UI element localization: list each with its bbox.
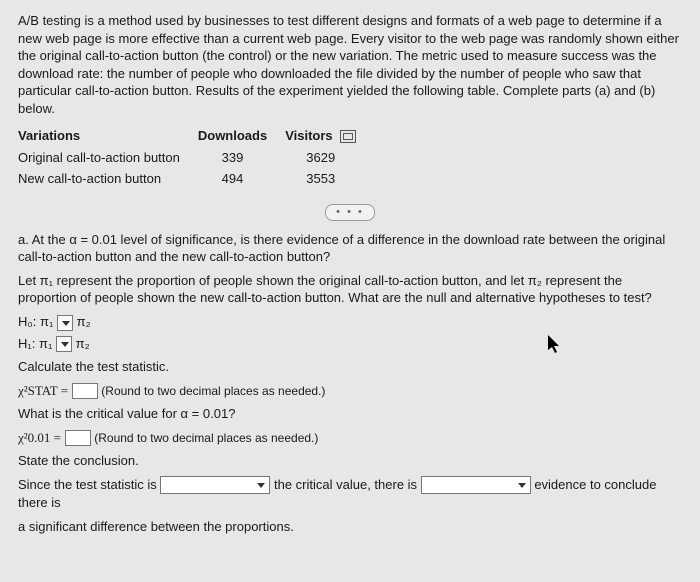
ellipsis-pill[interactable]: • • • xyxy=(325,204,375,221)
chi-crit-label: χ²0.01 = xyxy=(18,430,61,445)
h1-relation-dropdown[interactable] xyxy=(56,336,72,352)
question-a: a. At the α = 0.01 level of significance… xyxy=(18,231,682,266)
h0-row: H₀: π₁ π₂ xyxy=(18,313,682,331)
chi-crit-input[interactable] xyxy=(65,430,91,446)
popup-icon[interactable] xyxy=(340,130,356,143)
chi-stat-input[interactable] xyxy=(72,383,98,399)
table-row: New call-to-action button 494 3553 xyxy=(18,168,374,190)
evidence-dropdown[interactable] xyxy=(421,476,531,494)
h1-row: H₁: π₁ π₂ xyxy=(18,335,682,353)
round-note-1: (Round to two decimal places as needed.) xyxy=(101,384,325,398)
th-visitors: Visitors xyxy=(285,125,374,147)
round-note-2: (Round to two decimal places as needed.) xyxy=(94,431,318,445)
definitions: Let π₁ represent the proportion of peopl… xyxy=(18,272,682,307)
intro-paragraph: A/B testing is a method used by business… xyxy=(18,12,682,117)
compare-dropdown[interactable] xyxy=(160,476,270,494)
h0-relation-dropdown[interactable] xyxy=(57,315,73,331)
th-variations: Variations xyxy=(18,125,198,147)
data-table: Variations Downloads Visitors Original c… xyxy=(18,125,682,190)
crit-question: What is the critical value for α = 0.01? xyxy=(18,405,682,423)
table-row: Original call-to-action button 339 3629 xyxy=(18,147,374,169)
calc-label: Calculate the test statistic. xyxy=(18,358,682,376)
state-label: State the conclusion. xyxy=(18,452,682,470)
chi-stat-label: χ²STAT = xyxy=(18,383,68,398)
th-downloads: Downloads xyxy=(198,125,285,147)
conclusion-tail: a significant difference between the pro… xyxy=(18,518,682,536)
conclusion-sentence: Since the test statistic is the critical… xyxy=(18,476,682,512)
